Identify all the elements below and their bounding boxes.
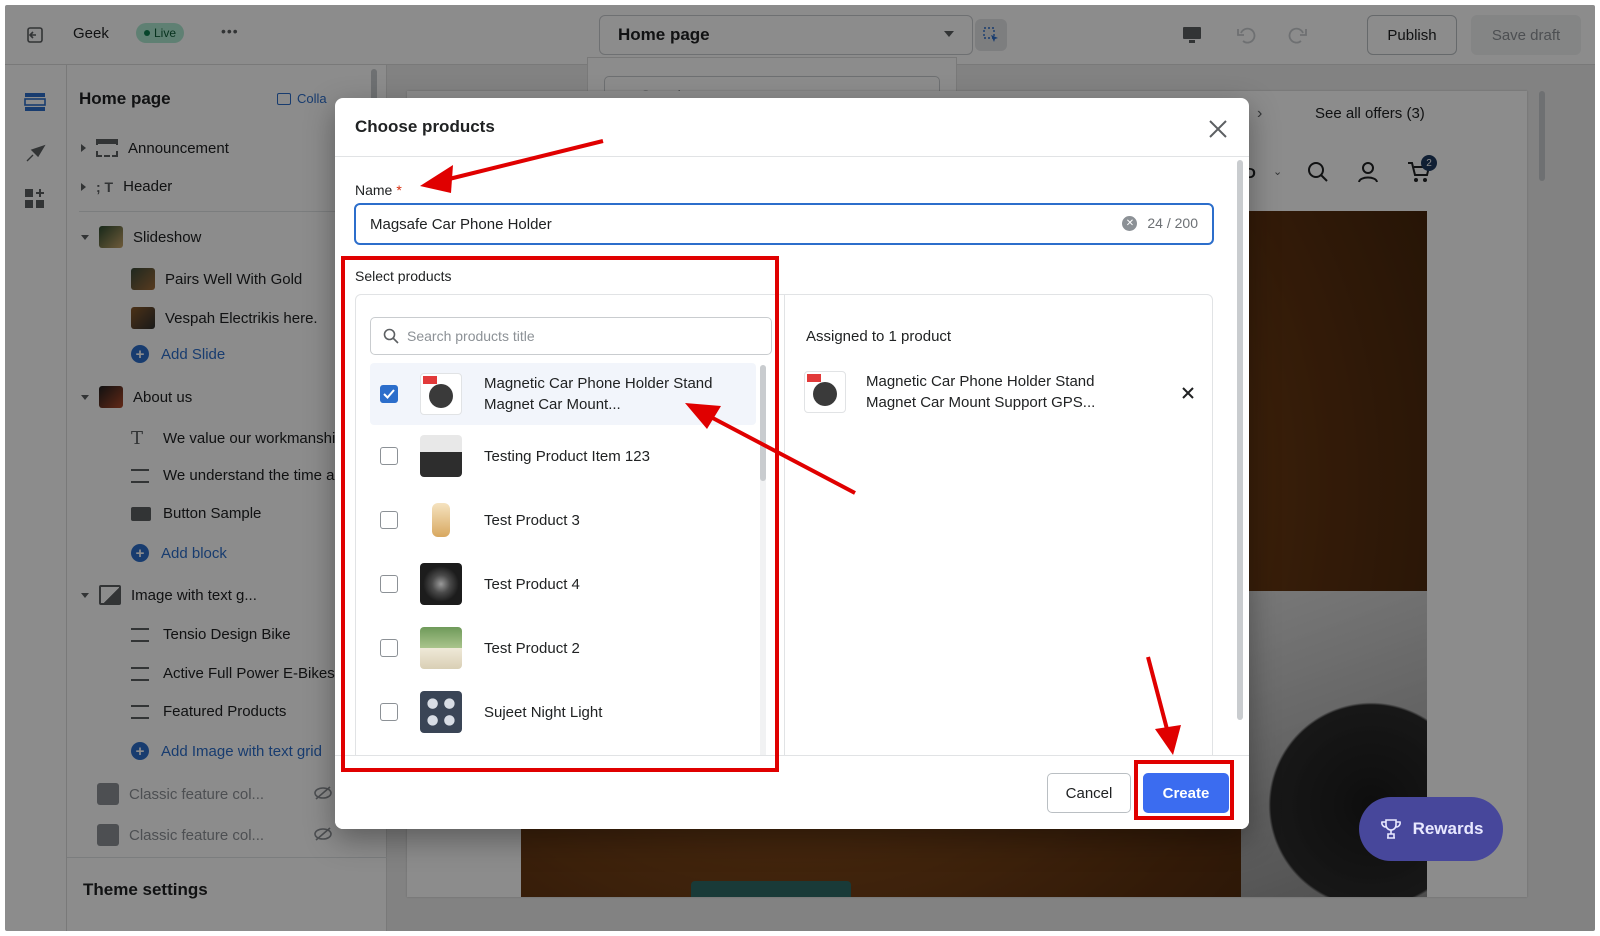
name-counter: ✕ 24 / 200 (1122, 215, 1198, 231)
annotation-box-create (1134, 760, 1234, 820)
assigned-count: Assigned to 1 product (806, 328, 952, 345)
trophy-icon (1380, 819, 1401, 839)
character-count: 24 / 200 (1147, 215, 1198, 231)
rewards-button[interactable]: Rewards (1359, 797, 1503, 861)
clear-input-icon[interactable]: ✕ (1122, 215, 1138, 231)
close-icon[interactable] (1207, 118, 1229, 140)
modal-scrollbar[interactable] (1237, 160, 1243, 720)
rewards-label: Rewards (1412, 819, 1484, 838)
required-mark: * (396, 182, 402, 198)
panel-divider (784, 295, 785, 765)
divider (335, 156, 1249, 157)
annotation-box-product-list (341, 256, 779, 772)
assigned-product-title: Magnetic Car Phone Holder Stand Magnet C… (866, 373, 1096, 411)
name-input[interactable]: Magsafe Car Phone Holder ✕ 24 / 200 (354, 203, 1214, 245)
modal-title: Choose products (355, 117, 495, 136)
cancel-button[interactable]: Cancel (1047, 773, 1131, 813)
product-thumbnail (804, 371, 846, 413)
name-label: Name * (355, 182, 402, 198)
name-input-value: Magsafe Car Phone Holder (370, 215, 552, 233)
app-frame: Geek Live ••• Home page Publish Save dra… (5, 5, 1595, 931)
name-label-text: Name (355, 182, 393, 198)
assigned-product-row: Magnetic Car Phone Holder Stand Magnet C… (804, 371, 1196, 413)
remove-icon[interactable] (1180, 385, 1196, 401)
